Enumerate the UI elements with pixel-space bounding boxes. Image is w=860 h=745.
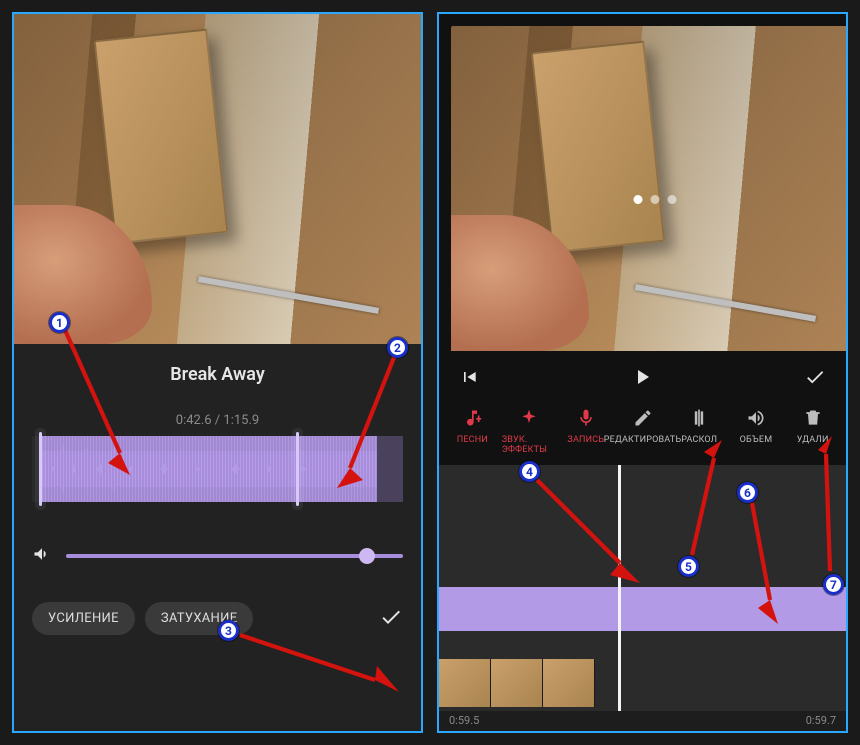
- arrow-1: [60, 325, 150, 480]
- split-icon: [689, 407, 709, 429]
- badge-4: 4: [519, 461, 540, 482]
- pencil-icon: [633, 407, 653, 429]
- arrow-2: [325, 350, 405, 490]
- toolbar: ПЕСНИ ЗВУК. ЭФФЕКТЫ ЗАПИСЬ РЕДАКТИРОВАТЬ…: [439, 401, 846, 465]
- confirm-button[interactable]: [379, 605, 403, 633]
- arrow-4: [532, 475, 652, 595]
- tool-songs[interactable]: ПЕСНИ: [445, 407, 500, 455]
- prev-frame-button[interactable]: [459, 367, 479, 391]
- volume-thumb[interactable]: [359, 548, 375, 564]
- trim-handle-end[interactable]: [296, 432, 299, 506]
- boost-chip[interactable]: УСИЛЕНИЕ: [32, 602, 135, 635]
- arrow-7: [806, 436, 846, 576]
- music-plus-icon: [462, 407, 482, 429]
- spark-icon: [519, 407, 539, 429]
- tool-sound-effects[interactable]: ЗВУК. ЭФФЕКТЫ: [502, 407, 557, 455]
- trim-handle-start[interactable]: [39, 432, 42, 506]
- arrow-6: [742, 498, 802, 628]
- mic-icon: [576, 407, 596, 429]
- badge-7: 7: [823, 574, 844, 595]
- trash-icon: [803, 407, 823, 429]
- badge-2: 2: [387, 337, 408, 358]
- tool-record[interactable]: ЗАПИСЬ: [558, 407, 613, 455]
- volume-icon: [32, 544, 52, 568]
- play-button[interactable]: [630, 365, 654, 393]
- tool-edit[interactable]: РЕДАКТИРОВАТЬ: [615, 407, 670, 455]
- video-preview[interactable]: [14, 14, 421, 344]
- volume-slider[interactable]: [66, 554, 403, 558]
- time-ruler: 0:59.5 0:59.7: [439, 711, 846, 731]
- badge-6: 6: [737, 482, 758, 503]
- arrow-3: [235, 630, 405, 700]
- video-preview-right[interactable]: [451, 26, 848, 351]
- badge-5: 5: [678, 556, 699, 577]
- badge-1: 1: [49, 312, 70, 333]
- volume-icon: [746, 407, 766, 429]
- badge-3: 3: [218, 620, 239, 641]
- confirm-button-right[interactable]: [804, 366, 826, 392]
- arrow-5: [680, 440, 740, 560]
- page-dots: [633, 195, 676, 204]
- video-thumbs[interactable]: [439, 659, 595, 707]
